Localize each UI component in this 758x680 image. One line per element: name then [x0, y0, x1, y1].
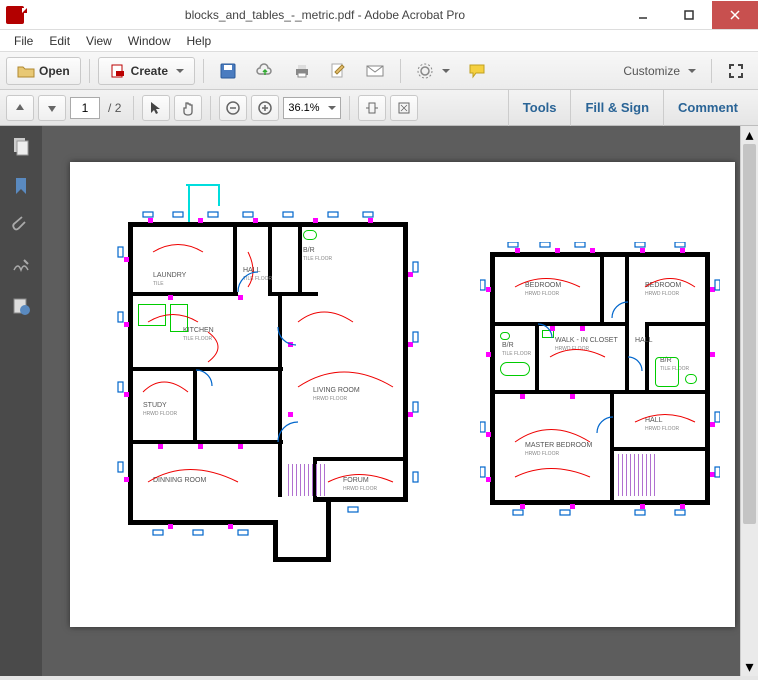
close-button[interactable] — [712, 1, 758, 29]
zoom-select[interactable]: 36.1% — [283, 97, 340, 119]
cloud-button[interactable] — [248, 57, 282, 85]
maximize-button[interactable] — [666, 1, 712, 29]
arrow-down-icon — [45, 101, 59, 115]
work-area: LAUNDRYTILE HALLTILE FLOOR B/RTILE FLOOR… — [0, 126, 758, 680]
settings-button[interactable] — [409, 57, 457, 85]
chevron-down-icon — [688, 69, 696, 73]
save-icon — [219, 62, 237, 80]
arrow-up-icon — [13, 101, 27, 115]
menu-window[interactable]: Window — [120, 32, 179, 50]
document-viewport[interactable]: LAUNDRYTILE HALLTILE FLOOR B/RTILE FLOOR… — [42, 126, 740, 676]
edit-button[interactable] — [322, 57, 354, 85]
open-button[interactable]: Open — [6, 57, 81, 85]
print-button[interactable] — [286, 57, 318, 85]
fit-page-icon — [396, 100, 412, 116]
separator — [89, 59, 90, 83]
create-button[interactable]: Create — [98, 57, 195, 85]
select-tool-button[interactable] — [142, 95, 170, 121]
attachments-button[interactable] — [11, 216, 31, 236]
fit-width-icon — [364, 100, 380, 116]
window-controls — [620, 1, 758, 29]
tools-panel-button[interactable]: Tools — [508, 90, 571, 126]
acrobat-icon — [6, 6, 24, 24]
envelope-icon — [365, 63, 385, 79]
page-count: / 2 — [108, 101, 121, 115]
menu-help[interactable]: Help — [179, 32, 220, 50]
create-pdf-icon — [109, 63, 127, 79]
fit-page-button[interactable] — [390, 95, 418, 121]
menu-file[interactable]: File — [6, 32, 41, 50]
menu-view[interactable]: View — [78, 32, 120, 50]
paperclip-icon — [11, 216, 31, 236]
separator — [349, 96, 350, 120]
minimize-button[interactable] — [620, 1, 666, 29]
navigation-pane — [0, 126, 42, 676]
folder-open-icon — [17, 63, 35, 79]
open-label: Open — [39, 64, 70, 78]
cursor-icon — [148, 100, 164, 116]
scroll-down-icon[interactable]: ▾ — [741, 658, 758, 676]
hand-icon — [180, 100, 196, 116]
fit-width-button[interactable] — [358, 95, 386, 121]
thumbnails-button[interactable] — [11, 136, 31, 156]
fullscreen-button[interactable] — [720, 57, 752, 85]
separator — [203, 59, 204, 83]
menu-edit[interactable]: Edit — [41, 32, 78, 50]
separator — [133, 96, 134, 120]
next-page-button[interactable] — [38, 95, 66, 121]
chevron-down-icon — [328, 106, 336, 110]
zoom-in-button[interactable] — [251, 95, 279, 121]
edit-page-icon — [329, 62, 347, 80]
separator — [210, 96, 211, 120]
fill-sign-panel-button[interactable]: Fill & Sign — [570, 90, 663, 126]
scroll-up-icon[interactable]: ▴ — [741, 126, 758, 144]
zoom-out-button[interactable] — [219, 95, 247, 121]
vertical-scrollbar[interactable]: ▴ ▾ — [740, 126, 758, 676]
chevron-down-icon — [176, 69, 184, 73]
save-button[interactable] — [212, 57, 244, 85]
email-button[interactable] — [358, 57, 392, 85]
customize-label: Customize — [623, 64, 680, 78]
prev-page-button[interactable] — [6, 95, 34, 121]
right-panels: Tools Fill & Sign Comment — [508, 90, 752, 126]
plus-circle-icon — [257, 100, 273, 116]
highlight-button[interactable] — [461, 57, 493, 85]
signatures-button[interactable] — [11, 256, 31, 276]
bookmark-icon — [11, 176, 31, 196]
bookmarks-button[interactable] — [11, 176, 31, 196]
minus-circle-icon — [225, 100, 241, 116]
customize-button[interactable]: Customize — [616, 57, 703, 85]
create-label: Create — [131, 64, 168, 78]
page-toolbar: / 2 36.1% Tools Fill & Sign Comment — [0, 90, 758, 126]
menu-bar: File Edit View Window Help — [0, 30, 758, 52]
layers-button[interactable] — [11, 296, 31, 316]
scrollbar-thumb[interactable] — [743, 144, 756, 524]
cloud-upload-icon — [255, 62, 275, 80]
pdf-page: LAUNDRYTILE HALLTILE FLOOR B/RTILE FLOOR… — [70, 162, 735, 627]
main-toolbar: Open Create Customize — [0, 52, 758, 90]
hand-tool-button[interactable] — [174, 95, 202, 121]
pages-icon — [11, 136, 31, 156]
pdf-layers-icon — [11, 296, 31, 316]
floorplan-left: LAUNDRYTILE HALLTILE FLOOR B/RTILE FLOOR… — [98, 192, 443, 572]
comment-panel-button[interactable]: Comment — [663, 90, 752, 126]
print-icon — [293, 62, 311, 80]
separator — [711, 59, 712, 83]
separator — [400, 59, 401, 83]
speech-bubble-icon — [468, 63, 486, 79]
page-number-input[interactable] — [70, 97, 100, 119]
signature-icon — [11, 256, 31, 276]
window-title: blocks_and_tables_-_metric.pdf - Adobe A… — [30, 8, 620, 22]
zoom-value: 36.1% — [288, 102, 319, 114]
expand-icon — [727, 62, 745, 80]
gear-icon — [416, 62, 434, 80]
chevron-down-icon — [442, 69, 450, 73]
title-bar: blocks_and_tables_-_metric.pdf - Adobe A… — [0, 0, 758, 30]
floorplan-right: BEDROOMHRWD FLOOR BEDROOMHRWD FLOOR WALK… — [480, 242, 720, 542]
